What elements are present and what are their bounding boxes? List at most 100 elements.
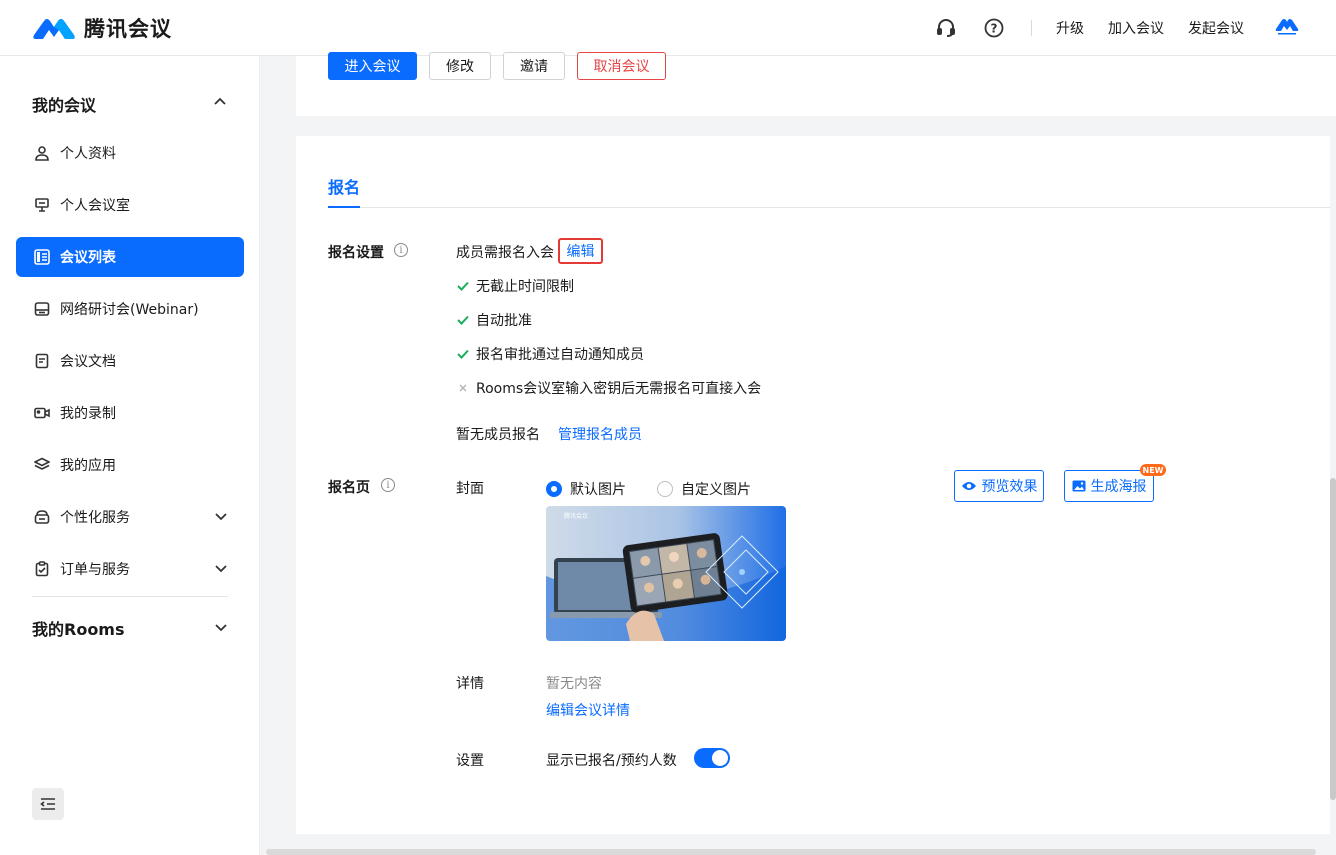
sidebar-item-orders[interactable]: 订单与服务 [16, 549, 244, 589]
edit-registration-link[interactable]: 编辑 [558, 238, 603, 264]
cover-default-radio[interactable]: 默认图片 [546, 479, 626, 499]
app-name: 腾讯会议 [84, 16, 172, 41]
edit-details-link[interactable]: 编辑会议详情 [546, 700, 630, 720]
generate-poster-button[interactable]: 生成海报 [1064, 470, 1154, 502]
info-icon[interactable]: i [394, 243, 408, 257]
invite-button[interactable]: 邀请 [503, 52, 565, 80]
eye-icon [961, 480, 977, 492]
chevron-down-icon [215, 513, 227, 521]
sidebar-item-label: 网络研讨会(Webinar) [60, 302, 199, 318]
radio-dot [546, 481, 562, 497]
tencent-meeting-logo-icon [33, 18, 75, 39]
option-row: 报名审批通过自动通知成员 [456, 344, 644, 364]
option-row: 自动批准 [456, 310, 532, 330]
manage-members-link[interactable]: 管理报名成员 [558, 424, 642, 444]
podium-icon [34, 197, 50, 213]
image-icon [1072, 480, 1086, 492]
svg-text:腾讯会议: 腾讯会议 [564, 512, 588, 520]
list-icon [34, 249, 50, 265]
check-icon [456, 349, 470, 359]
user-avatar[interactable] [1274, 15, 1300, 41]
sidebar-item-label: 会议列表 [60, 250, 116, 266]
join-meeting-link[interactable]: 加入会议 [1108, 18, 1164, 38]
sidebar-item-label: 个人会议室 [60, 198, 130, 214]
sidebar-item-label: 我的应用 [60, 458, 116, 474]
radio-dot [657, 481, 673, 497]
sidebar-item-label: 个性化服务 [60, 510, 130, 526]
sidebar-item-label: 个人资料 [60, 146, 116, 162]
upgrade-link[interactable]: 升级 [1056, 18, 1084, 38]
details-label: 详情 [456, 676, 484, 692]
sidebar-group-my-meetings[interactable]: 我的会议 [32, 92, 96, 116]
enter-meeting-button[interactable]: 进入会议 [328, 52, 417, 80]
option-text: Rooms会议室输入密钥后无需报名可直接入会 [476, 381, 762, 397]
cover-image[interactable]: 腾讯会议 [546, 506, 786, 641]
layers-icon [34, 457, 50, 473]
clipboard-icon [34, 561, 50, 577]
cross-icon [456, 384, 470, 392]
top-header: 腾讯会议 ? 升级 加入会议 发起会议 [0, 0, 1336, 56]
registration-settings-label: 报名设置 [328, 245, 384, 261]
sidebar-item-label: 我的录制 [60, 406, 116, 422]
cancel-meeting-button[interactable]: 取消会议 [577, 52, 666, 80]
svg-text:?: ? [991, 22, 998, 36]
tab-registration[interactable]: 报名 [328, 174, 360, 198]
option-row: 无截止时间限制 [456, 276, 574, 296]
registration-requirement: 成员需报名入会 [456, 245, 554, 261]
webinar-icon [34, 301, 50, 317]
start-meeting-link[interactable]: 发起会议 [1188, 18, 1244, 38]
sidebar-item-recordings[interactable]: 我的录制 [16, 393, 244, 433]
sidebar-group-my-rooms[interactable]: 我的Rooms [32, 616, 125, 640]
preview-button[interactable]: 预览效果 [954, 470, 1044, 502]
chevron-up-icon[interactable] [213, 94, 227, 108]
sidebar-item-documents[interactable]: 会议文档 [16, 341, 244, 381]
new-badge: NEW [1140, 464, 1166, 476]
sidebar-item-label: 会议文档 [60, 354, 116, 370]
check-icon [456, 281, 470, 291]
modify-button[interactable]: 修改 [429, 52, 491, 80]
sidebar-item-meeting-list[interactable]: 会议列表 [16, 237, 244, 277]
chevron-down-icon[interactable] [214, 621, 228, 635]
poster-label: 生成海报 [1090, 479, 1147, 495]
sidebar-item-personalized-service[interactable]: 个性化服务 [16, 497, 244, 537]
check-icon [456, 315, 470, 325]
registration-card [296, 136, 1330, 834]
avatar-logo-icon [1275, 19, 1299, 35]
collapse-sidebar-button[interactable] [32, 788, 64, 820]
details-empty-text: 暂无内容 [546, 676, 602, 692]
meeting-cover-illustration-icon: 腾讯会议 [546, 506, 786, 641]
horizontal-scrollbar[interactable] [266, 849, 1316, 855]
show-count-label: 显示已报名/预约人数 [546, 753, 677, 769]
sidebar-item-webinar[interactable]: 网络研讨会(Webinar) [16, 289, 244, 329]
help-icon[interactable]: ? [983, 17, 1005, 39]
option-text: 报名审批通过自动通知成员 [476, 347, 644, 363]
sidebar-item-label: 订单与服务 [60, 562, 130, 578]
no-members-text: 暂无成员报名 [456, 427, 540, 443]
info-icon[interactable]: i [381, 478, 395, 492]
registration-page-label: 报名页 [328, 480, 370, 496]
setting-label: 设置 [456, 753, 484, 769]
sidebar-item-personal-room[interactable]: 个人会议室 [16, 185, 244, 225]
tab-divider [360, 207, 1330, 208]
cover-label: 封面 [456, 481, 484, 497]
sidebar-divider [32, 596, 228, 597]
collapse-menu-icon [40, 798, 55, 810]
app-logo[interactable]: 腾讯会议 [32, 13, 172, 43]
option-text: 自动批准 [476, 313, 532, 329]
headset-support-icon[interactable] [935, 17, 957, 39]
tab-active-indicator [328, 206, 360, 208]
document-icon [34, 353, 50, 369]
radio-label: 默认图片 [570, 482, 626, 498]
preview-label: 预览效果 [981, 479, 1038, 495]
cover-custom-radio[interactable]: 自定义图片 [657, 479, 751, 499]
option-text: 无截止时间限制 [476, 279, 574, 295]
user-icon [34, 145, 50, 161]
video-icon [34, 405, 50, 421]
service-icon [34, 509, 50, 525]
option-row: Rooms会议室输入密钥后无需报名可直接入会 [456, 378, 761, 398]
header-separator [1031, 20, 1032, 36]
sidebar-item-apps[interactable]: 我的应用 [16, 445, 244, 485]
show-count-toggle[interactable] [694, 748, 730, 768]
vertical-scrollbar[interactable] [1330, 478, 1336, 800]
sidebar-item-profile[interactable]: 个人资料 [16, 133, 244, 173]
